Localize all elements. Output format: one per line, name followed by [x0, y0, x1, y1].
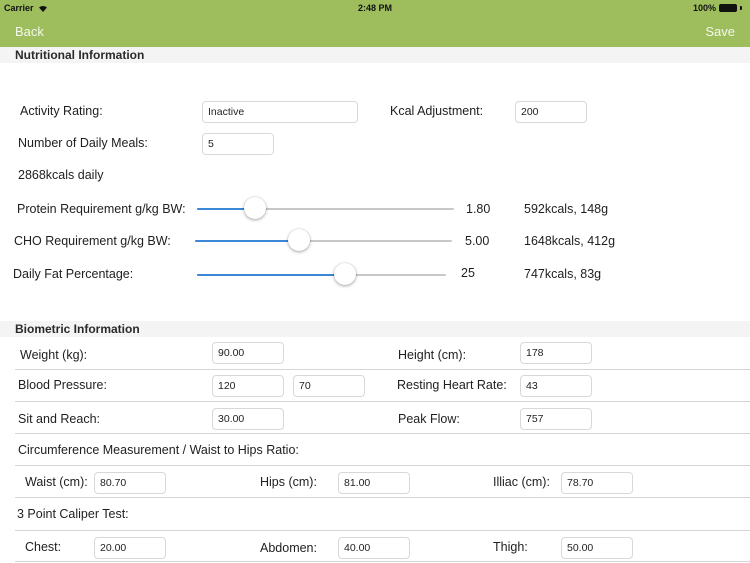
battery-indicator: 100%: [693, 3, 742, 13]
sit-and-reach-field[interactable]: [212, 408, 284, 430]
illiac-label: Illiac (cm):: [493, 475, 550, 489]
slider-fill: [197, 274, 345, 276]
slider-thumb[interactable]: [333, 263, 356, 285]
blood-pressure-label: Blood Pressure:: [18, 378, 107, 392]
illiac-field[interactable]: [561, 472, 633, 494]
blood-pressure-systolic-field[interactable]: [212, 375, 284, 397]
daily-meals-label: Number of Daily Meals:: [18, 136, 148, 150]
daily-fat-percentage-value: 25: [461, 266, 475, 280]
navigation-bar: Carrier 2:48 PM 100% Back Save: [0, 0, 750, 47]
protein-requirement-slider[interactable]: [197, 197, 454, 221]
waist-label: Waist (cm):: [25, 475, 88, 489]
circumference-title: Circumference Measurement / Waist to Hip…: [18, 443, 299, 457]
row-divider: [15, 465, 750, 466]
row-divider: [15, 497, 750, 498]
activity-rating-label: Activity Rating:: [20, 104, 103, 118]
sit-and-reach-label: Sit and Reach:: [18, 412, 100, 426]
thigh-field[interactable]: [561, 537, 633, 559]
abdomen-field[interactable]: [338, 537, 410, 559]
peak-flow-label: Peak Flow:: [398, 412, 460, 426]
row-divider: [15, 369, 750, 370]
daily-fat-percentage-slider[interactable]: [197, 263, 446, 287]
hips-field[interactable]: [338, 472, 410, 494]
resting-heart-rate-field[interactable]: [520, 375, 592, 397]
chest-label: Chest:: [25, 540, 62, 554]
row-divider: [15, 530, 750, 531]
cho-requirement-label: CHO Requirement g/kg BW:: [14, 234, 171, 248]
kcal-adjustment-label: Kcal Adjustment:: [390, 104, 484, 118]
cho-requirement-value: 5.00: [465, 234, 490, 248]
peak-flow-field[interactable]: [520, 408, 592, 430]
status-time: 2:48 PM: [357, 3, 392, 13]
save-button[interactable]: Save: [705, 24, 735, 39]
cho-requirement-slider[interactable]: [195, 229, 452, 253]
protein-requirement-value: 1.80: [466, 202, 491, 216]
back-button[interactable]: Back: [15, 24, 44, 39]
protein-summary: 592kcals, 148g: [524, 202, 609, 216]
daily-meals-field[interactable]: [202, 133, 274, 155]
daily-fat-percentage-label: Daily Fat Percentage:: [13, 267, 134, 281]
activity-rating-field[interactable]: [202, 101, 358, 123]
chest-field[interactable]: [94, 537, 166, 559]
slider-thumb[interactable]: [288, 229, 311, 251]
slider-fill: [195, 240, 300, 242]
resting-heart-rate-label: Resting Heart Rate:: [397, 378, 507, 392]
row-divider: [15, 433, 750, 434]
abdomen-label: Abdomen:: [260, 541, 317, 555]
hips-label: Hips (cm):: [260, 475, 317, 489]
biometric-information-header: Biometric Information: [0, 321, 750, 337]
kcal-adjustment-field[interactable]: [515, 101, 587, 123]
slider-thumb[interactable]: [244, 197, 267, 219]
waist-field[interactable]: [94, 472, 166, 494]
nutritional-information-header: Nutritional Information: [0, 47, 750, 63]
caliper-test-title: 3 Point Caliper Test:: [17, 507, 129, 521]
protein-requirement-label: Protein Requirement g/kg BW:: [17, 202, 186, 216]
height-field[interactable]: [520, 342, 592, 364]
battery-percent: 100%: [692, 3, 716, 13]
row-divider: [15, 401, 750, 402]
blood-pressure-diastolic-field[interactable]: [293, 375, 365, 397]
weight-field[interactable]: [212, 342, 284, 364]
thigh-label: Thigh:: [493, 540, 528, 554]
cho-summary: 1648kcals, 412g: [524, 234, 616, 248]
daily-kcal-total: 2868kcals daily: [18, 168, 104, 182]
battery-icon: [719, 4, 737, 12]
fat-summary: 747kcals, 83g: [524, 267, 602, 281]
battery-tip-icon: [740, 6, 742, 10]
status-bar: Carrier 2:48 PM 100%: [0, 0, 750, 16]
row-divider: [15, 561, 750, 562]
weight-label: Weight (kg):: [20, 348, 88, 362]
height-label: Height (cm):: [398, 348, 467, 362]
